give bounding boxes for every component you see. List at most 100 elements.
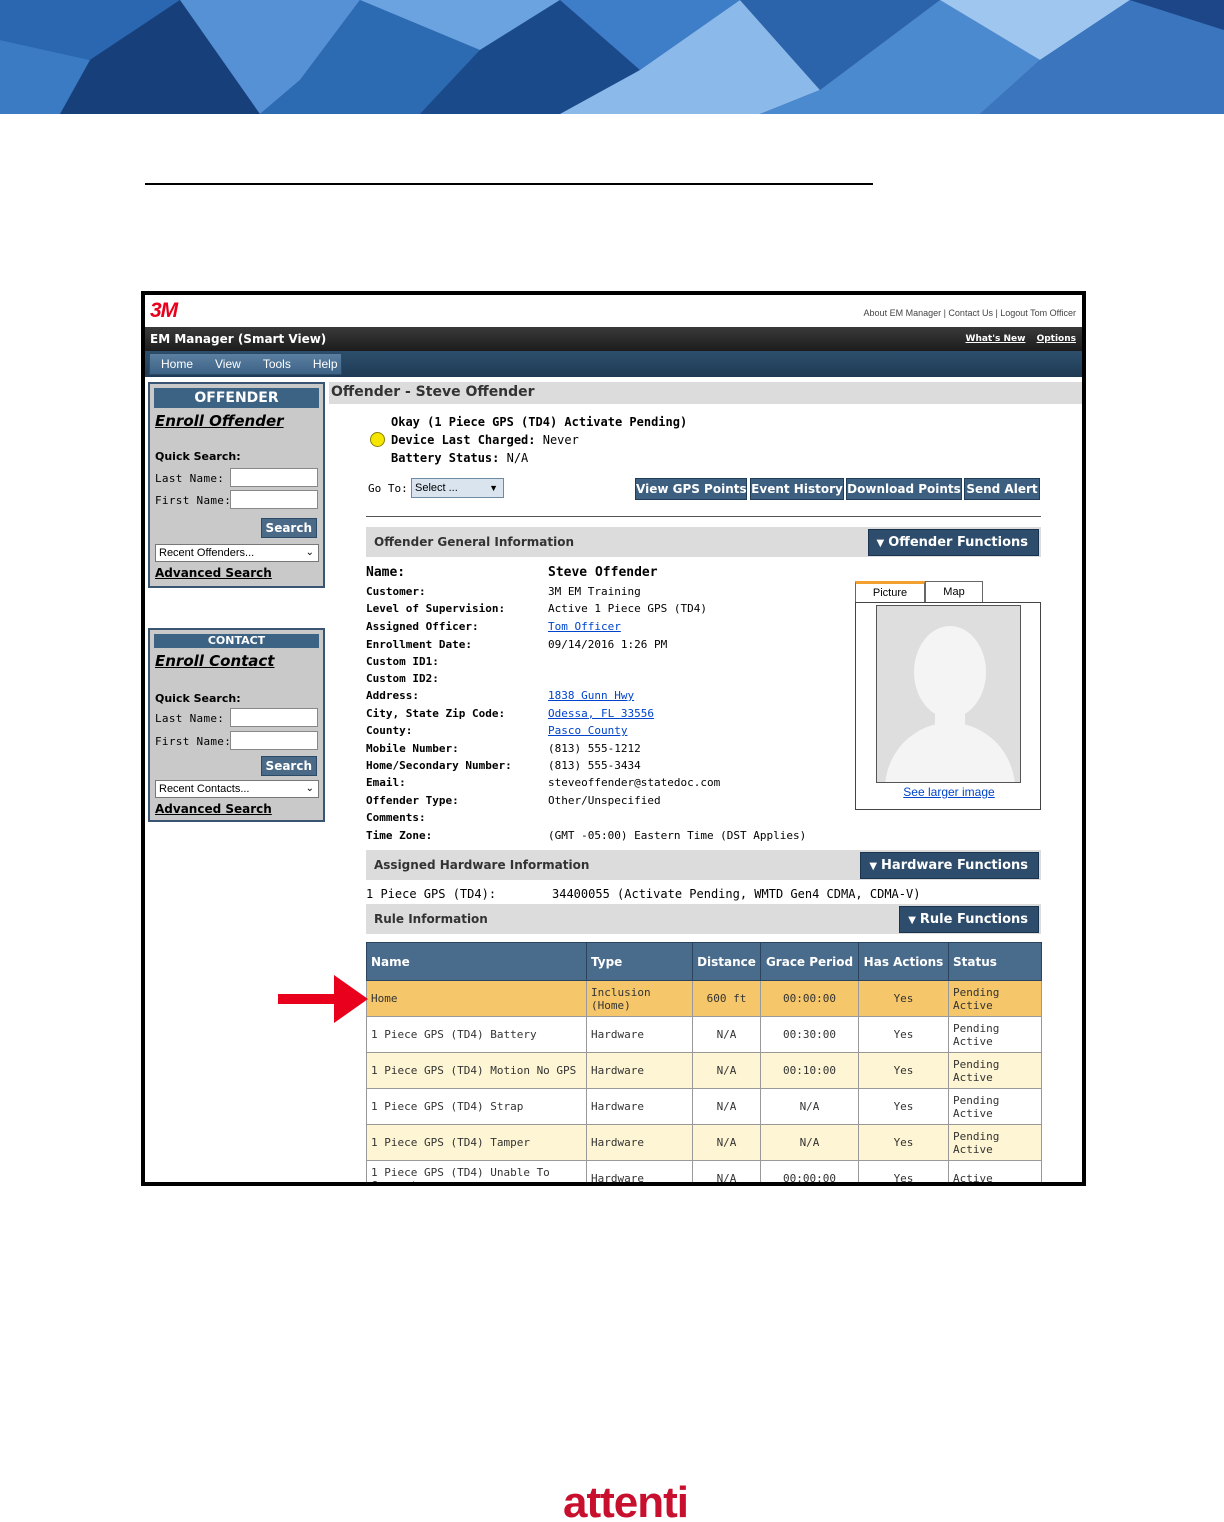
whats-new-link[interactable]: What's New	[966, 334, 1026, 344]
first-name-label: First Name:	[155, 494, 232, 507]
view-gps-points-button[interactable]: View GPS Points	[635, 478, 747, 500]
send-alert-button[interactable]: Send Alert	[964, 478, 1040, 500]
rule-actions: Yes	[858, 1052, 949, 1089]
table-row[interactable]: 1 Piece GPS (TD4) Unable To Connect Hard…	[366, 1160, 1042, 1182]
field-label: Comments:	[366, 811, 426, 824]
offender-panel: OFFENDER Enroll Offender Quick Search: L…	[148, 382, 325, 588]
menu-home[interactable]: Home	[150, 357, 204, 371]
rule-type: Hardware	[586, 1088, 693, 1125]
em-manager-app: 3M About EM Manager | Contact Us | Logou…	[145, 295, 1082, 1182]
caret-down-icon: ▼	[489, 483, 498, 493]
see-larger-image-link[interactable]: See larger image	[856, 785, 1042, 799]
column-header-grace-period[interactable]: Grace Period	[760, 942, 859, 981]
recent-offenders-select[interactable]: Recent Offenders... ⌄	[155, 544, 319, 562]
event-history-button[interactable]: Event History	[750, 478, 844, 500]
rule-status: Pending Active	[948, 1052, 1042, 1089]
header-banner	[0, 0, 1224, 114]
download-points-button[interactable]: Download Points	[846, 478, 962, 500]
page-title-bar: Offender - Steve Offender	[329, 382, 1082, 404]
table-row[interactable]: 1 Piece GPS (TD4) Battery Hardware N/A 0…	[366, 1016, 1042, 1053]
goto-select[interactable]: Select ... ▼	[411, 478, 504, 498]
rule-type: Inclusion (Home)	[586, 980, 693, 1017]
field-value-city-link[interactable]: Odessa, FL 33556	[548, 707, 654, 720]
field-value-name: Steve Offender	[548, 565, 658, 580]
field-label: Offender Type:	[366, 794, 459, 807]
contact-advanced-search-link[interactable]: Advanced Search	[155, 802, 272, 816]
table-row[interactable]: Home Inclusion (Home) 600 ft 00:00:00 Ye…	[366, 980, 1042, 1017]
menu-tools[interactable]: Tools	[252, 357, 302, 371]
field-label: Time Zone:	[366, 829, 433, 842]
screenshot-frame: 3M About EM Manager | Contact Us | Logou…	[141, 291, 1086, 1186]
hardware-info-header: Assigned Hardware Information ▼ Hardware …	[366, 850, 1041, 880]
recent-offenders-value: Recent Offenders...	[159, 547, 255, 559]
field-label: Level of Supervision:	[366, 602, 506, 615]
field-value-officer-link[interactable]: Tom Officer	[548, 620, 621, 633]
tab-picture[interactable]: Picture	[855, 581, 925, 603]
column-header-has-actions[interactable]: Has Actions	[858, 942, 949, 981]
rule-type: Hardware	[586, 1124, 693, 1161]
rule-type: Hardware	[586, 1160, 693, 1182]
column-header-name[interactable]: Name	[366, 942, 587, 981]
enroll-contact-link[interactable]: Enroll Contact	[155, 652, 274, 670]
rule-functions-button[interactable]: ▼ Rule Functions	[899, 906, 1039, 933]
contact-first-name-input[interactable]	[230, 731, 318, 750]
enroll-offender-link[interactable]: Enroll Offender	[155, 412, 284, 430]
silhouette-icon	[877, 606, 1020, 782]
attenti-logo: attenti	[563, 1478, 689, 1522]
field-label: Customer:	[366, 585, 426, 598]
offender-last-name-input[interactable]	[230, 468, 318, 487]
offender-panel-heading: OFFENDER	[154, 388, 319, 408]
rule-actions: Yes	[858, 1124, 949, 1161]
table-row[interactable]: 1 Piece GPS (TD4) Strap Hardware N/A N/A…	[366, 1088, 1042, 1125]
menu-help[interactable]: Help	[302, 357, 349, 371]
contact-search-button[interactable]: Search	[260, 756, 317, 776]
menu-view[interactable]: View	[204, 357, 252, 371]
hardware-device-label: 1 Piece GPS (TD4):	[366, 887, 497, 901]
field-value-county-link[interactable]: Pasco County	[548, 724, 627, 737]
device-charged-label: Device Last Charged:	[391, 433, 536, 447]
field-label: Assigned Officer:	[366, 620, 479, 633]
offender-advanced-search-link[interactable]: Advanced Search	[155, 566, 272, 580]
general-info-title: Offender General Information	[374, 535, 575, 549]
offender-functions-button[interactable]: ▼ Offender Functions	[867, 529, 1039, 556]
status-text: Okay (1 Piece GPS (TD4) Activate Pending…	[391, 415, 688, 429]
hardware-functions-button[interactable]: ▼ Hardware Functions	[860, 852, 1039, 879]
field-label: Mobile Number:	[366, 742, 459, 755]
battery-status-line: Battery Status: N/A	[391, 451, 528, 465]
contact-last-name-input[interactable]	[230, 708, 318, 727]
tab-map[interactable]: Map	[925, 581, 983, 603]
rule-actions: Yes	[858, 1016, 949, 1053]
field-value-mobile: (813) 555-1212	[548, 742, 641, 755]
chevron-down-icon: ⌄	[305, 547, 314, 558]
battery-status-value: N/A	[506, 451, 529, 465]
offender-photo[interactable]	[876, 605, 1021, 783]
offender-search-button[interactable]: Search	[260, 518, 317, 538]
options-link[interactable]: Options	[1037, 334, 1076, 344]
caret-down-icon: ▼	[876, 538, 885, 549]
rule-actions: Yes	[858, 1160, 949, 1182]
rule-distance: 600 ft	[692, 980, 761, 1017]
red-arrow-icon	[278, 975, 368, 1023]
rule-grace: N/A	[760, 1088, 859, 1125]
rule-status: Active	[948, 1160, 1042, 1182]
menu-bar: Home View Tools Help	[145, 351, 1082, 377]
field-value-address-link[interactable]: 1838 Gunn Hwy	[548, 689, 634, 702]
column-header-type[interactable]: Type	[586, 942, 693, 981]
field-value-offender-type: Other/Unspecified	[548, 794, 661, 807]
column-header-status[interactable]: Status	[948, 942, 1042, 981]
rule-name: 1 Piece GPS (TD4) Motion No GPS	[366, 1052, 587, 1089]
recent-contacts-select[interactable]: Recent Contacts... ⌄	[155, 780, 319, 798]
section-rule	[145, 183, 873, 185]
picture-box: See larger image	[855, 602, 1041, 810]
column-header-distance[interactable]: Distance	[692, 942, 761, 981]
offender-first-name-input[interactable]	[230, 490, 318, 509]
top-bar: 3M About EM Manager | Contact Us | Logou…	[145, 295, 1082, 327]
top-links[interactable]: About EM Manager | Contact Us | Logout T…	[864, 308, 1076, 318]
field-value-customer: 3M EM Training	[548, 585, 641, 598]
general-info-header: Offender General Information ▼ Offender F…	[366, 527, 1041, 557]
field-value-supervision: Active 1 Piece GPS (TD4)	[548, 602, 707, 615]
table-row[interactable]: 1 Piece GPS (TD4) Motion No GPS Hardware…	[366, 1052, 1042, 1089]
field-label: City, State Zip Code:	[366, 707, 506, 720]
field-value-email: steveoffender@statedoc.com	[548, 776, 721, 789]
table-row[interactable]: 1 Piece GPS (TD4) Tamper Hardware N/A N/…	[366, 1124, 1042, 1161]
